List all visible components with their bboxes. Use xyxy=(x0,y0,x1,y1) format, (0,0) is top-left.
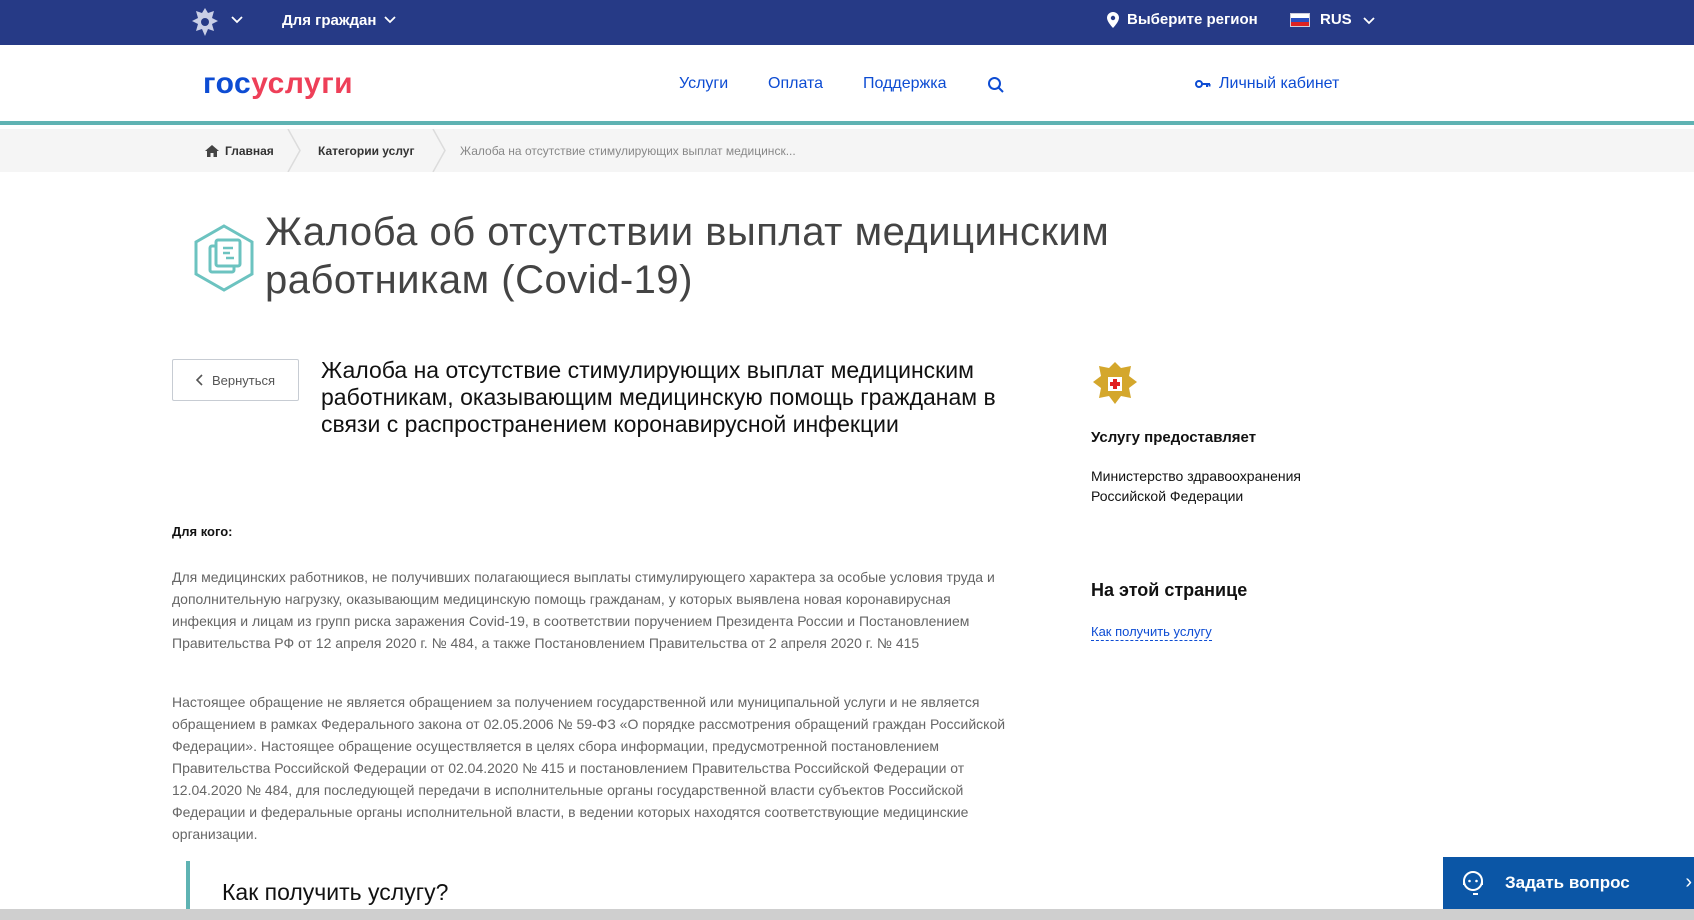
home-icon xyxy=(205,145,219,157)
chat-support-icon xyxy=(1463,871,1483,895)
key-icon xyxy=(1195,80,1211,88)
audience-label: Для кого: xyxy=(172,524,233,539)
chevron-down-icon[interactable] xyxy=(383,12,397,26)
how-to-title: Как получить услугу? xyxy=(222,879,449,905)
logo-part-uslugi: услуги xyxy=(251,67,354,100)
back-button[interactable]: Вернуться xyxy=(172,359,299,401)
service-icon xyxy=(194,224,254,292)
region-selector[interactable]: Выберите регион xyxy=(1107,11,1258,28)
breadcrumb-separator xyxy=(287,129,301,172)
breadcrumb-current: Жалоба на отсутствие стимулирующих выпла… xyxy=(460,144,796,158)
site-header: госуслуги Услуги Оплата Поддержка Личный… xyxy=(0,45,1694,125)
horizontal-scrollbar[interactable] xyxy=(0,909,1694,920)
ministry-emblem-icon xyxy=(1093,362,1137,404)
logo-part-gos: гос xyxy=(203,67,252,100)
chevron-down-icon xyxy=(1363,16,1375,24)
legal-notice: Настоящее обращение не является обращени… xyxy=(172,694,1006,842)
provider-name: Министерство здравоохранения Российской … xyxy=(1091,468,1301,504)
ask-question-button[interactable]: Задать вопрос › xyxy=(1443,857,1694,909)
language-selector[interactable]: RUS xyxy=(1290,11,1376,28)
nav-payment[interactable]: Оплата xyxy=(768,75,823,93)
ask-collapse-icon[interactable]: › xyxy=(1685,871,1692,894)
nav-services[interactable]: Услуги xyxy=(679,75,728,93)
chevron-down-icon[interactable] xyxy=(230,12,244,26)
ask-question-label: Задать вопрос xyxy=(1505,873,1630,892)
service-subtitle: Жалоба на отсутствие стимулирующих выпла… xyxy=(321,357,996,437)
emblem-icon[interactable] xyxy=(188,5,222,39)
page-title: Жалоба об отсутствии выплат медицинским … xyxy=(265,210,1110,302)
breadcrumb-categories[interactable]: Категории услуг xyxy=(318,144,414,158)
breadcrumb-home[interactable]: Главная xyxy=(205,144,274,158)
top-bar: Для граждан Выберите регион RUS xyxy=(0,0,1694,45)
chevron-left-icon xyxy=(195,374,203,386)
location-pin-icon xyxy=(1107,11,1119,28)
audience-description: Для медицинских работников, не получивши… xyxy=(172,569,995,651)
breadcrumb: Главная Категории услуг Жалоба на отсутс… xyxy=(0,129,1694,172)
personal-account-link[interactable]: Личный кабинет xyxy=(1195,75,1339,93)
breadcrumb-separator xyxy=(432,129,446,172)
region-label: Выберите регион xyxy=(1127,11,1258,28)
breadcrumb-home-label: Главная xyxy=(225,144,274,158)
provider-label: Услугу предоставляет xyxy=(1091,429,1257,446)
search-icon[interactable] xyxy=(987,76,1005,94)
on-this-page-title: На этой странице xyxy=(1091,580,1248,600)
personal-account-label: Личный кабинет xyxy=(1219,75,1340,92)
how-to-anchor-link[interactable]: Как получить услугу xyxy=(1091,624,1212,641)
language-label: RUS xyxy=(1320,11,1352,28)
nav-support[interactable]: Поддержка xyxy=(863,75,946,93)
flag-icon xyxy=(1290,12,1310,27)
how-to-section: Как получить услугу? xyxy=(186,861,786,909)
gosuslugi-logo[interactable]: госуслуги xyxy=(203,67,353,101)
back-button-label: Вернуться xyxy=(211,372,276,388)
citizens-menu[interactable]: Для граждан xyxy=(282,12,376,29)
